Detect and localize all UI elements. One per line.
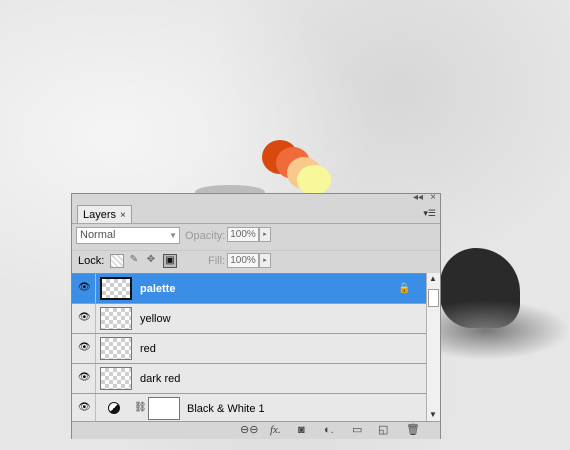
scroll-thumb[interactable] (428, 289, 439, 307)
layer-thumbnail[interactable] (100, 367, 132, 390)
layer-thumbnail[interactable] (100, 277, 132, 300)
swatch-yellow (297, 165, 331, 195)
opacity-field[interactable]: 100% (227, 227, 259, 242)
blend-mode-value: Normal (80, 229, 116, 241)
panel-tab-row: Layers × ▾☰ (72, 204, 440, 224)
layers-panel: ◂◂ × Layers × ▾☰ Normal ▼ Opacity: 100% ▸… (71, 192, 441, 439)
blend-row: Normal ▼ Opacity: 100% ▸ (72, 224, 440, 248)
panel-bottom-toolbar: ⊖⊖ fx. ◙ ◐. ▭ ◱ 🗑 (72, 421, 440, 439)
link-layers-icon[interactable]: ⊖⊖ (240, 423, 258, 437)
lock-transparency-icon[interactable] (110, 254, 124, 268)
eye-icon: 👁 (78, 282, 91, 293)
eye-icon: 👁 (78, 342, 91, 353)
lock-label: Lock: (78, 255, 105, 267)
scroll-down-icon[interactable]: ▼ (429, 410, 437, 419)
layer-row-black-white[interactable]: 👁 ⛓ Black & White 1 (72, 394, 426, 422)
trash-icon[interactable]: 🗑 (406, 423, 420, 437)
close-panel-icon[interactable]: × (430, 192, 436, 204)
visibility-toggle[interactable]: 👁 (72, 274, 96, 303)
fx-icon[interactable]: fx. (270, 423, 281, 437)
collapse-panel-icon[interactable]: ◂◂ (413, 192, 423, 204)
lock-all-icon[interactable]: ▣ (163, 254, 177, 268)
visibility-toggle[interactable]: 👁 (72, 304, 96, 333)
blend-mode-select[interactable]: Normal ▼ (76, 227, 180, 244)
panel-menu-icon[interactable]: ▾☰ (423, 208, 436, 219)
opacity-slider-arrow[interactable]: ▸ (259, 227, 271, 242)
layer-name[interactable]: Black & White 1 (187, 403, 265, 415)
layer-name[interactable]: palette (140, 283, 175, 295)
folder-icon[interactable]: ▭ (352, 423, 362, 437)
layer-name[interactable]: yellow (140, 313, 171, 325)
visibility-toggle[interactable]: 👁 (72, 364, 96, 393)
layer-name[interactable]: dark red (140, 373, 180, 385)
lock-image-brush-icon[interactable]: ✎ (127, 254, 141, 268)
tab-layers-label: Layers (83, 209, 117, 221)
add-mask-icon[interactable]: ◙ (298, 423, 305, 437)
panel-titlebar[interactable]: ◂◂ × (72, 192, 440, 204)
layer-name[interactable]: red (140, 343, 156, 355)
opacity-label: Opacity: (185, 230, 226, 242)
visibility-toggle[interactable]: 👁 (72, 334, 96, 363)
layer-row-palette[interactable]: 👁 palette 🔒 (72, 274, 426, 304)
adjustment-layer-icon[interactable]: ◐. (324, 423, 334, 437)
layer-row-dark-red[interactable]: 👁 dark red (72, 364, 426, 394)
layer-row-yellow[interactable]: 👁 yellow (72, 304, 426, 334)
visibility-toggle[interactable]: 👁 (72, 394, 96, 422)
fill-label: Fill: (208, 255, 226, 267)
layer-thumbnail[interactable] (100, 307, 132, 330)
eye-icon: 👁 (78, 402, 91, 413)
layers-list: 👁 palette 🔒 👁 yellow 👁 red 👁 dark red 👁 … (72, 273, 426, 422)
mask-link-icon[interactable]: ⛓ (134, 402, 147, 413)
eye-icon: 👁 (78, 372, 91, 383)
new-layer-icon[interactable]: ◱ (378, 423, 388, 437)
adjustment-layer-icon[interactable] (108, 402, 120, 414)
eye-icon: 👁 (78, 312, 91, 323)
layer-row-red[interactable]: 👁 red (72, 334, 426, 364)
chevron-down-icon: ▼ (169, 231, 177, 240)
scroll-up-icon[interactable]: ▲ (429, 274, 437, 283)
tab-close-icon[interactable]: × (120, 210, 126, 221)
artwork-debris (430, 300, 570, 360)
fill-field[interactable]: 100% (227, 253, 259, 268)
layers-scrollbar[interactable]: ▲ ▼ (426, 273, 440, 421)
layer-mask-thumbnail[interactable] (148, 397, 180, 420)
layer-thumbnail[interactable] (100, 337, 132, 360)
lock-icon: 🔒 (398, 283, 411, 294)
lock-position-move-icon[interactable]: ✥ (144, 254, 158, 268)
lock-row: Lock: ✎ ✥ ▣ Fill: 100% ▸ (72, 250, 440, 273)
fill-slider-arrow[interactable]: ▸ (259, 253, 271, 268)
tab-layers[interactable]: Layers × (77, 205, 132, 223)
